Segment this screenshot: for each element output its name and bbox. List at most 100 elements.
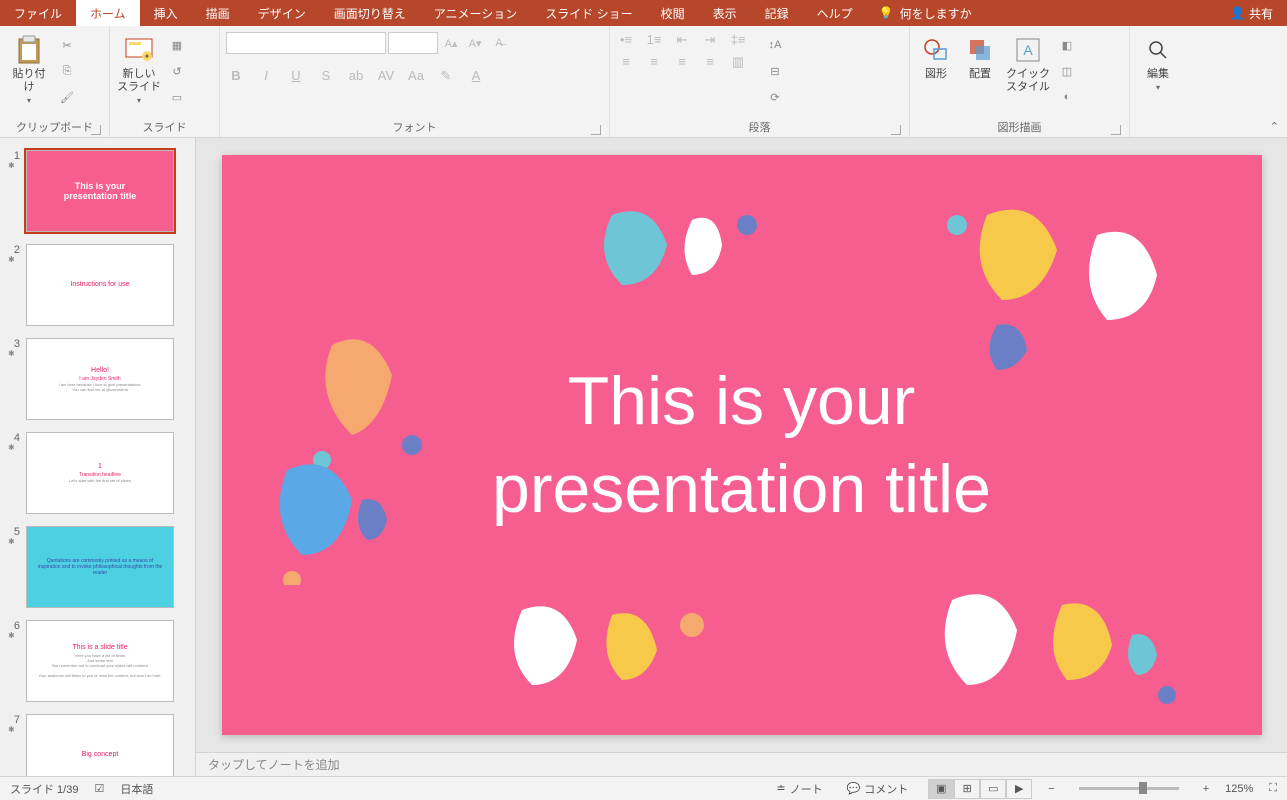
tab-help[interactable]: ヘルプ bbox=[803, 0, 867, 26]
decrease-font-button[interactable]: A▾ bbox=[464, 32, 486, 54]
slide-title-text[interactable]: This is your presentation title bbox=[492, 357, 991, 534]
indent-increase-button[interactable]: ⇥ bbox=[700, 32, 720, 48]
brush-icon: 🖌 bbox=[60, 91, 74, 104]
layout-button[interactable]: ▦ bbox=[166, 34, 188, 56]
numbering-button[interactable]: 1≡ bbox=[644, 32, 664, 48]
text-direction-button[interactable]: ↕A bbox=[764, 34, 786, 56]
underline-button[interactable]: U bbox=[286, 68, 306, 84]
align-center-button[interactable]: ≡ bbox=[644, 54, 664, 70]
normal-view-button[interactable]: ▣ bbox=[928, 779, 954, 799]
thumbnail-slide-3[interactable]: 3✱Hello!I am Jayden SmithI am here becau… bbox=[0, 334, 195, 428]
align-right-button[interactable]: ≡ bbox=[672, 54, 692, 70]
columns-button[interactable]: ▥ bbox=[728, 54, 748, 70]
format-painter-button[interactable]: 🖌 bbox=[56, 86, 78, 108]
tab-record[interactable]: 記録 bbox=[751, 0, 803, 26]
fit-to-window-button[interactable]: ⛶ bbox=[1269, 782, 1277, 795]
tab-home[interactable]: ホーム bbox=[76, 0, 140, 26]
thumbnail-slide-6[interactable]: 6✱This is a slide titleHere you have a l… bbox=[0, 616, 195, 710]
slideshow-view-button[interactable]: ▶ bbox=[1006, 779, 1032, 799]
copy-button[interactable]: ⎘ bbox=[56, 60, 78, 82]
thumbnail-slide-5[interactable]: 5✱Quotations are commonly printed as a m… bbox=[0, 522, 195, 616]
bold-button[interactable]: B bbox=[226, 68, 246, 84]
tab-file[interactable]: ファイル bbox=[0, 0, 76, 26]
cut-button[interactable]: ✂ bbox=[56, 34, 78, 56]
line-spacing-button[interactable]: ‡≡ bbox=[728, 32, 748, 48]
font-color-button[interactable]: A bbox=[466, 68, 486, 84]
ribbon: 貼り付け ▾ ✂ ⎘ 🖌 クリップボード ✦ 新しい スライド ▾ ▦ ↺ bbox=[0, 26, 1287, 138]
quick-styles-button[interactable]: A クイック スタイル bbox=[1004, 32, 1052, 96]
slide-canvas[interactable]: This is your presentation title bbox=[222, 155, 1262, 735]
clipboard-icon bbox=[13, 34, 45, 66]
sorter-view-button[interactable]: ⊞ bbox=[954, 779, 980, 799]
share-icon: 👤 bbox=[1230, 6, 1245, 20]
bullets-button[interactable]: •≡ bbox=[616, 32, 636, 48]
notes-pane[interactable]: タップしてノートを追加 bbox=[196, 752, 1287, 776]
svg-text:A: A bbox=[1023, 42, 1033, 58]
indent-decrease-button[interactable]: ⇤ bbox=[672, 32, 692, 48]
clipboard-launcher[interactable] bbox=[91, 125, 101, 135]
slide-counter[interactable]: スライド 1/39 bbox=[10, 781, 78, 797]
section-button[interactable]: ▭ bbox=[166, 86, 188, 108]
reading-view-button[interactable]: ▭ bbox=[980, 779, 1006, 799]
comments-toggle[interactable]: 💬コメント bbox=[843, 781, 913, 797]
chevron-down-icon: ▾ bbox=[137, 96, 141, 105]
arrange-icon bbox=[964, 34, 996, 66]
align-text-button[interactable]: ⊟ bbox=[764, 60, 786, 82]
splash-decoration bbox=[482, 555, 742, 715]
comment-icon: 💬 bbox=[847, 782, 861, 795]
change-case-button[interactable]: Aa bbox=[406, 68, 426, 84]
thumbnail-slide-2[interactable]: 2✱Instructions for use bbox=[0, 240, 195, 334]
thumbnail-slide-7[interactable]: 7✱Big concept bbox=[0, 710, 195, 776]
shape-outline-button[interactable]: ◫ bbox=[1056, 60, 1078, 82]
drawing-launcher[interactable] bbox=[1111, 125, 1121, 135]
zoom-in-button[interactable]: + bbox=[1203, 783, 1209, 795]
tab-view[interactable]: 表示 bbox=[699, 0, 751, 26]
thumbnail-slide-1[interactable]: 1✱This is your presentation title bbox=[0, 146, 195, 240]
new-slide-button[interactable]: ✦ 新しい スライド ▾ bbox=[116, 32, 162, 107]
notes-toggle[interactable]: ≐ノート bbox=[772, 781, 826, 797]
font-launcher[interactable] bbox=[591, 125, 601, 135]
zoom-out-button[interactable]: − bbox=[1048, 783, 1054, 795]
align-left-button[interactable]: ≡ bbox=[616, 54, 636, 70]
tell-me-search[interactable]: 💡 何をしますか bbox=[867, 0, 984, 26]
smartart-button[interactable]: ⟳ bbox=[764, 86, 786, 108]
search-icon bbox=[1142, 34, 1174, 66]
shape-effects-button[interactable]: ◐ bbox=[1056, 86, 1078, 108]
shape-fill-button[interactable]: ◧ bbox=[1056, 34, 1078, 56]
spell-check-icon[interactable]: ☑ bbox=[94, 782, 104, 795]
thumbnail-slide-4[interactable]: 4✱1Transition headlineLet's start with t… bbox=[0, 428, 195, 522]
tab-insert[interactable]: 挿入 bbox=[140, 0, 192, 26]
tab-transitions[interactable]: 画面切り替え bbox=[320, 0, 420, 26]
justify-button[interactable]: ≡ bbox=[700, 54, 720, 70]
language-indicator[interactable]: 日本語 bbox=[120, 781, 153, 797]
splash-decoration bbox=[912, 545, 1192, 725]
tab-draw[interactable]: 描画 bbox=[192, 0, 244, 26]
italic-button[interactable]: I bbox=[256, 68, 276, 84]
tab-review[interactable]: 校閲 bbox=[647, 0, 699, 26]
zoom-slider[interactable] bbox=[1079, 787, 1179, 790]
copy-icon: ⎘ bbox=[63, 65, 72, 78]
arrange-button[interactable]: 配置 bbox=[960, 32, 1000, 83]
font-size-combo[interactable] bbox=[388, 32, 438, 54]
clear-format-button[interactable]: A̶ bbox=[488, 32, 510, 54]
tab-animations[interactable]: アニメーション bbox=[420, 0, 532, 26]
scissors-icon: ✂ bbox=[62, 39, 71, 52]
increase-font-button[interactable]: A▴ bbox=[440, 32, 462, 54]
paste-button[interactable]: 貼り付け ▾ bbox=[6, 32, 52, 107]
share-button[interactable]: 👤 共有 bbox=[1216, 0, 1287, 26]
collapse-ribbon-button[interactable]: ⌃ bbox=[1270, 120, 1279, 133]
reset-button[interactable]: ↺ bbox=[166, 60, 188, 82]
tab-slideshow[interactable]: スライド ショー bbox=[531, 0, 646, 26]
shadow-button[interactable]: ab bbox=[346, 68, 366, 84]
strikethrough-button[interactable]: S bbox=[316, 68, 336, 84]
char-spacing-button[interactable]: AV bbox=[376, 68, 396, 84]
tab-design[interactable]: デザイン bbox=[244, 0, 320, 26]
quick-styles-icon: A bbox=[1012, 34, 1044, 66]
paragraph-launcher[interactable] bbox=[891, 125, 901, 135]
zoom-level[interactable]: 125% bbox=[1225, 783, 1253, 795]
new-slide-icon: ✦ bbox=[123, 34, 155, 66]
find-button[interactable]: 編集 ▾ bbox=[1136, 32, 1180, 94]
font-family-combo[interactable] bbox=[226, 32, 386, 54]
highlight-button[interactable]: ✎ bbox=[436, 68, 456, 84]
shapes-button[interactable]: 図形 bbox=[916, 32, 956, 83]
